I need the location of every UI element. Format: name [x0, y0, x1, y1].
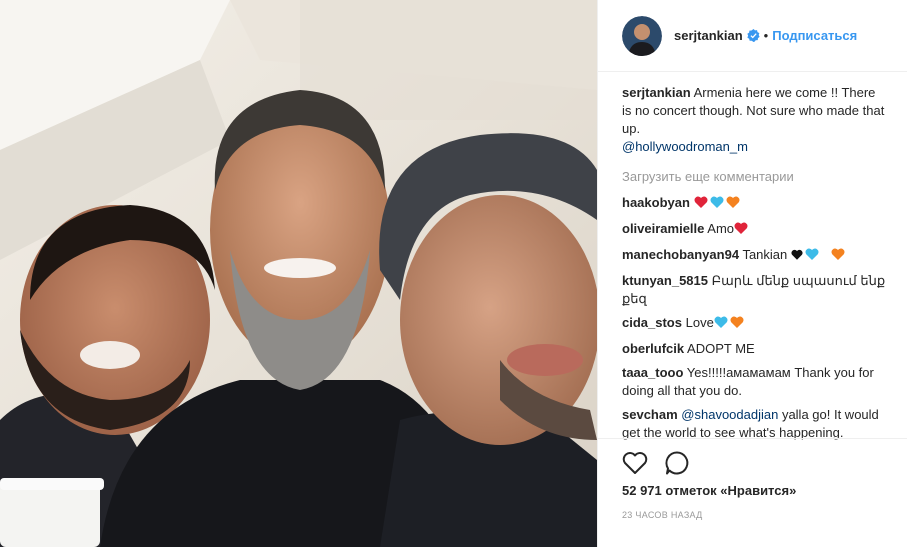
comment-text: ADOPT ME — [687, 341, 755, 356]
comment-author[interactable]: oliveiramielle — [622, 221, 704, 236]
comment-item: sevcham @shavoodadjian yalla go! It woul… — [622, 406, 888, 442]
follow-button[interactable]: Подписаться — [772, 28, 857, 43]
comment-author[interactable]: taaa_tooo — [622, 365, 683, 380]
comment-item: manechobanyan94 Tankian — [622, 246, 888, 266]
comment-author[interactable]: manechobanyan94 — [622, 247, 739, 262]
comment-author[interactable]: haakobyan — [622, 195, 690, 210]
comment-item: cida_stos Love — [622, 314, 888, 334]
caption: serjtankian Armenia here we come !! Ther… — [622, 84, 888, 156]
heart-outline-icon[interactable] — [622, 451, 648, 478]
blue-heart-icon — [710, 196, 724, 214]
comment-author[interactable]: sevcham — [622, 407, 678, 422]
blue-heart-icon — [714, 316, 728, 334]
comment-item: haakobyan — [622, 194, 888, 214]
post-sidebar: serjtankian • Подписаться serjtankian Ar… — [597, 0, 907, 547]
comment-author[interactable]: ktunyan_5815 — [622, 273, 708, 288]
comment-mention[interactable]: @shavoodadjian — [681, 407, 778, 422]
black-heart-icon — [791, 248, 803, 266]
comment-author[interactable]: cida_stos — [622, 315, 682, 330]
caption-author[interactable]: serjtankian — [622, 85, 691, 100]
caption-mention[interactable]: @hollywoodroman_m — [622, 139, 748, 154]
red-heart-icon — [734, 222, 748, 240]
red-heart-icon — [694, 196, 708, 214]
orange-heart-icon — [726, 196, 740, 214]
comment-text: Tankian — [742, 247, 788, 262]
post-username[interactable]: serjtankian — [674, 28, 743, 43]
post-header: serjtankian • Подписаться — [598, 0, 907, 72]
orange-heart-icon — [831, 248, 845, 266]
avatar[interactable] — [622, 15, 662, 56]
comment-text: Amo — [707, 221, 735, 236]
post-photo[interactable] — [0, 0, 597, 547]
post-timestamp[interactable]: 23 ЧАСОВ НАЗАД — [622, 510, 703, 520]
comment-item: taaa_tooo Yes!!!!!амамамам Thank you for… — [622, 364, 888, 400]
comment-item: oberlufcik ADOPT ME — [622, 340, 888, 358]
comment-item: oliveiramielle Amo — [622, 220, 888, 240]
comment-author[interactable]: oberlufcik — [622, 341, 684, 356]
likes-count[interactable]: 52 971 отметок «Нравится» — [622, 483, 796, 498]
post-actions — [598, 438, 907, 477]
separator-dot: • — [763, 28, 769, 43]
load-more-comments[interactable]: Загрузить еще комментарии — [622, 168, 888, 186]
verified-badge-icon — [747, 29, 760, 42]
comments-list: serjtankian Armenia here we come !! Ther… — [622, 84, 888, 448]
comment-item: ktunyan_5815 Բարև մենք սպասում ենք քեզ — [622, 272, 888, 308]
comment-text: Love — [685, 315, 714, 330]
orange-heart-icon — [730, 316, 744, 334]
blue-heart-icon — [805, 248, 819, 266]
comment-bubble-icon[interactable] — [664, 450, 690, 479]
